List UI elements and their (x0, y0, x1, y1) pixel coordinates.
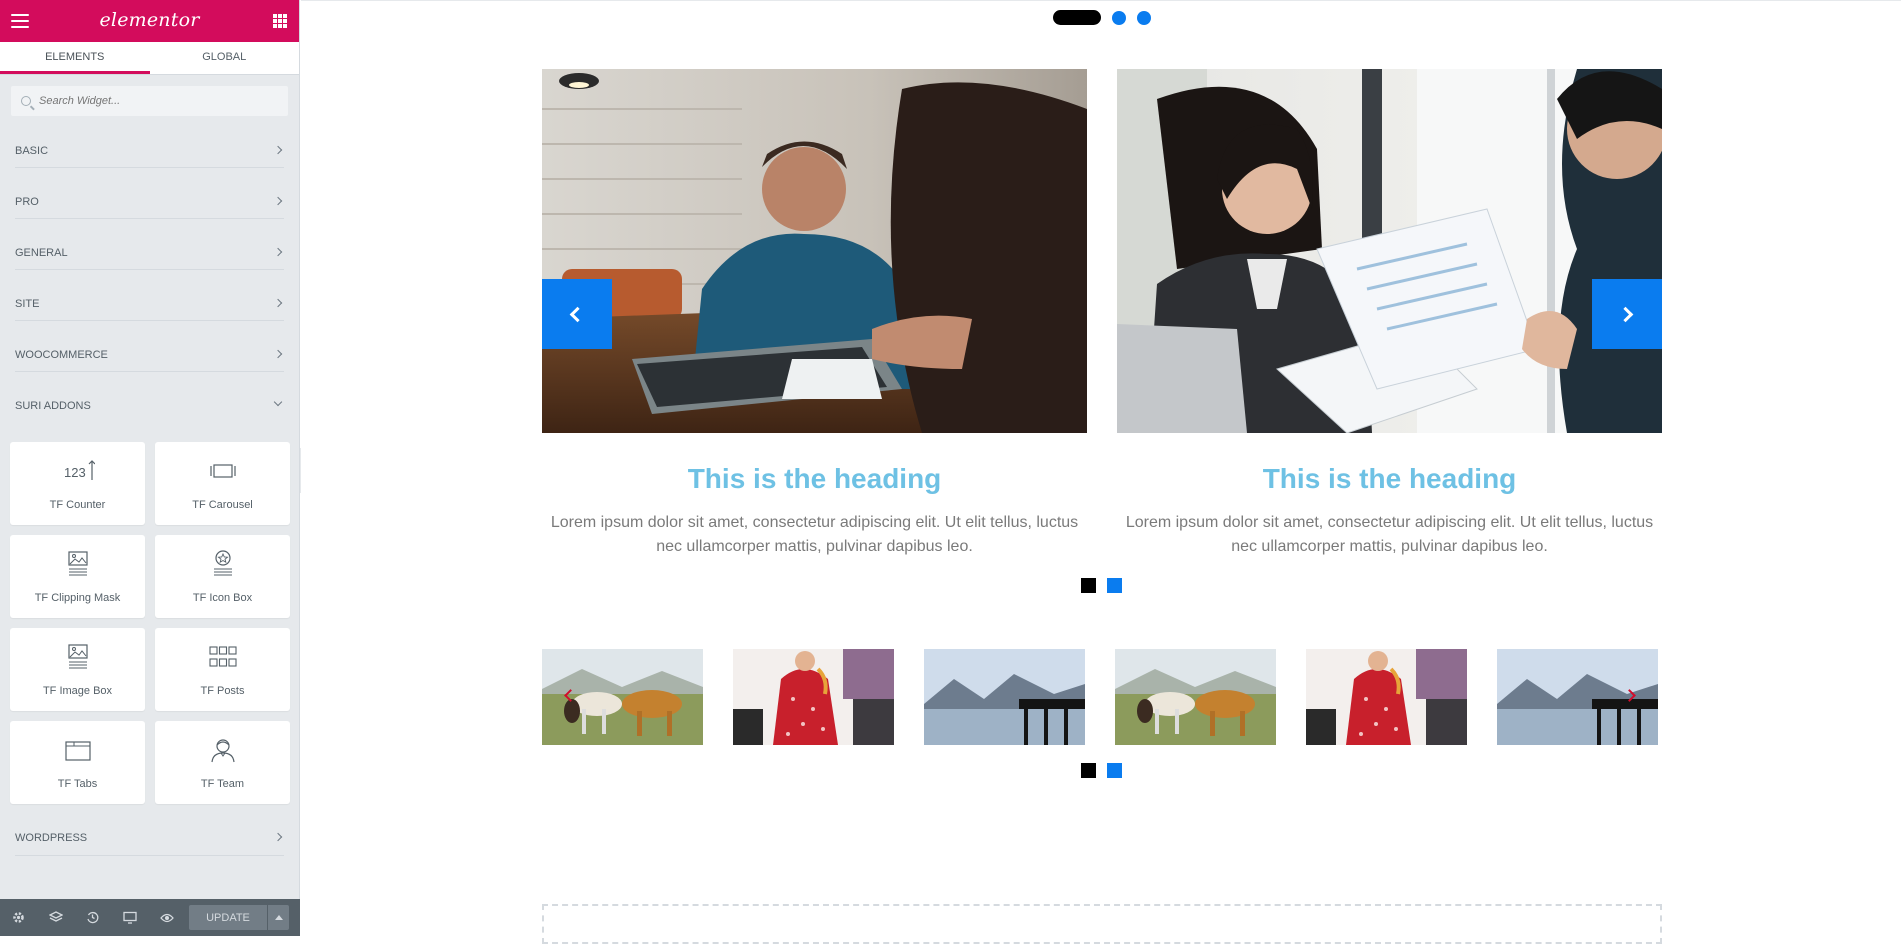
top-carousel-pagination (1053, 10, 1162, 25)
pagination-bullet[interactable] (1107, 578, 1122, 593)
update-button[interactable]: UPDATE (189, 905, 267, 930)
thumbnail-pagination (1081, 763, 1122, 778)
history-icon[interactable] (74, 899, 111, 936)
chevron-right-icon (273, 196, 283, 206)
widget-label: TF Icon Box (192, 592, 253, 604)
settings-gear-icon[interactable] (0, 899, 37, 936)
tab-global[interactable]: GLOBAL (150, 42, 300, 74)
category-general[interactable]: GENERAL (15, 219, 284, 270)
icon-box-icon (213, 550, 232, 576)
widget-label: TF Team (200, 778, 245, 790)
widget-tf-posts[interactable]: TF Posts (155, 628, 290, 711)
pagination-bullet[interactable] (1137, 10, 1151, 25)
posts-grid-icon (208, 646, 237, 667)
category-label: GENERAL (15, 247, 68, 259)
thumbnail-lake-pier[interactable] (924, 649, 1085, 745)
category-pro[interactable]: PRO (15, 168, 284, 219)
slide-image-businesswoman (1117, 69, 1662, 433)
category-label: PRO (15, 196, 39, 208)
carousel-slide: This is the heading Lorem ipsum dolor si… (542, 69, 1087, 559)
tabs-icon (64, 741, 91, 761)
widget-tf-icon-box[interactable]: TF Icon Box (155, 535, 290, 618)
thumbnail-woman-red-dress[interactable] (733, 649, 894, 745)
widget-label: TF Tabs (57, 778, 98, 790)
elementor-panel: elementor ELEMENTS GLOBAL BASIC PRO GENE… (0, 0, 300, 936)
widget-tf-carousel[interactable]: TF Carousel (155, 442, 290, 525)
pagination-bullet-active[interactable] (1081, 578, 1096, 593)
category-basic[interactable]: BASIC (15, 117, 284, 168)
tab-elements[interactable]: ELEMENTS (0, 42, 150, 74)
category-wordpress[interactable]: WORDPRESS (15, 814, 284, 856)
search-icon (21, 96, 31, 106)
carousel-prev-arrow[interactable] (542, 279, 612, 349)
slide-heading: This is the heading (687, 463, 942, 494)
carousel-slide: This is the heading Lorem ipsum dolor si… (1117, 69, 1662, 559)
pagination-bullet-active[interactable] (1081, 763, 1096, 778)
category-label: BASIC (15, 145, 49, 157)
widget-tf-clipping-mask[interactable]: TF Clipping Mask (10, 535, 145, 618)
slide-heading: This is the heading (1262, 463, 1517, 494)
team-icon (210, 739, 235, 763)
chevron-right-icon (273, 298, 283, 308)
search-widget-input[interactable] (11, 86, 288, 116)
category-label: SITE (15, 298, 40, 310)
pagination-active-bullet[interactable] (1053, 10, 1101, 25)
counter-icon-text: 123 (64, 465, 86, 480)
thumbnail-carousel (542, 649, 1662, 745)
widget-tf-counter[interactable]: 123 TF Counter (10, 442, 145, 525)
widget-tf-team[interactable]: TF Team (155, 721, 290, 804)
chevron-right-icon (273, 832, 283, 842)
widget-label: TF Image Box (42, 685, 113, 697)
preview-eye-icon[interactable] (148, 899, 185, 936)
page-preview: This is the heading Lorem ipsum dolor si… (301, 0, 1901, 944)
clipping-mask-icon (67, 551, 88, 576)
category-label: WOOCOMMERCE (15, 349, 108, 361)
slide-image-office-meeting (542, 69, 1087, 433)
category-site[interactable]: SITE (15, 270, 284, 321)
update-options-caret-icon[interactable] (267, 905, 289, 930)
widget-grid: 123 TF Counter TF Carousel TF Clipping M… (0, 442, 299, 804)
responsive-desktop-icon[interactable] (111, 899, 148, 936)
thumbnail-woman-red-dress[interactable] (1306, 649, 1467, 745)
chevron-down-icon (273, 397, 283, 407)
image-box-icon (67, 644, 88, 669)
carousel-next-arrow[interactable] (1592, 279, 1662, 349)
pagination-bullet[interactable] (1107, 763, 1122, 778)
panel-header: elementor (0, 0, 299, 42)
carousel-pagination (1081, 578, 1122, 593)
elementor-logo: elementor (99, 9, 200, 31)
category-label: SURI ADDONS (15, 400, 91, 412)
panel-footer: UPDATE (0, 899, 300, 936)
widget-label: TF Posts (200, 685, 245, 697)
category-woocommerce[interactable]: WOOCOMMERCE (15, 321, 284, 372)
carousel-icon (209, 464, 236, 478)
slide-text: Lorem ipsum dolor sit amet, consectetur … (550, 514, 1079, 555)
thumbnail-horses[interactable] (1115, 649, 1276, 745)
widgets-grid-icon[interactable] (273, 14, 287, 28)
widget-label: TF Carousel (192, 499, 253, 511)
category-label: WORDPRESS (15, 832, 88, 844)
category-suri-addons[interactable]: SURI ADDONS (15, 372, 284, 423)
widget-label: TF Counter (49, 499, 106, 511)
search-box (10, 85, 289, 117)
navigator-layers-icon[interactable] (37, 899, 74, 936)
slide-text: Lorem ipsum dolor sit amet, consectetur … (1125, 514, 1654, 555)
pagination-bullet[interactable] (1112, 10, 1126, 25)
counter-icon: 123 (64, 460, 95, 480)
add-section-dropzone[interactable] (542, 904, 1662, 944)
chevron-right-icon (273, 349, 283, 359)
chevron-right-icon (273, 145, 283, 155)
chevron-right-icon (273, 247, 283, 257)
widget-tf-image-box[interactable]: TF Image Box (10, 628, 145, 711)
widget-label: TF Clipping Mask (34, 592, 121, 604)
panel-tabs: ELEMENTS GLOBAL (0, 42, 299, 75)
widget-tf-tabs[interactable]: TF Tabs (10, 721, 145, 804)
